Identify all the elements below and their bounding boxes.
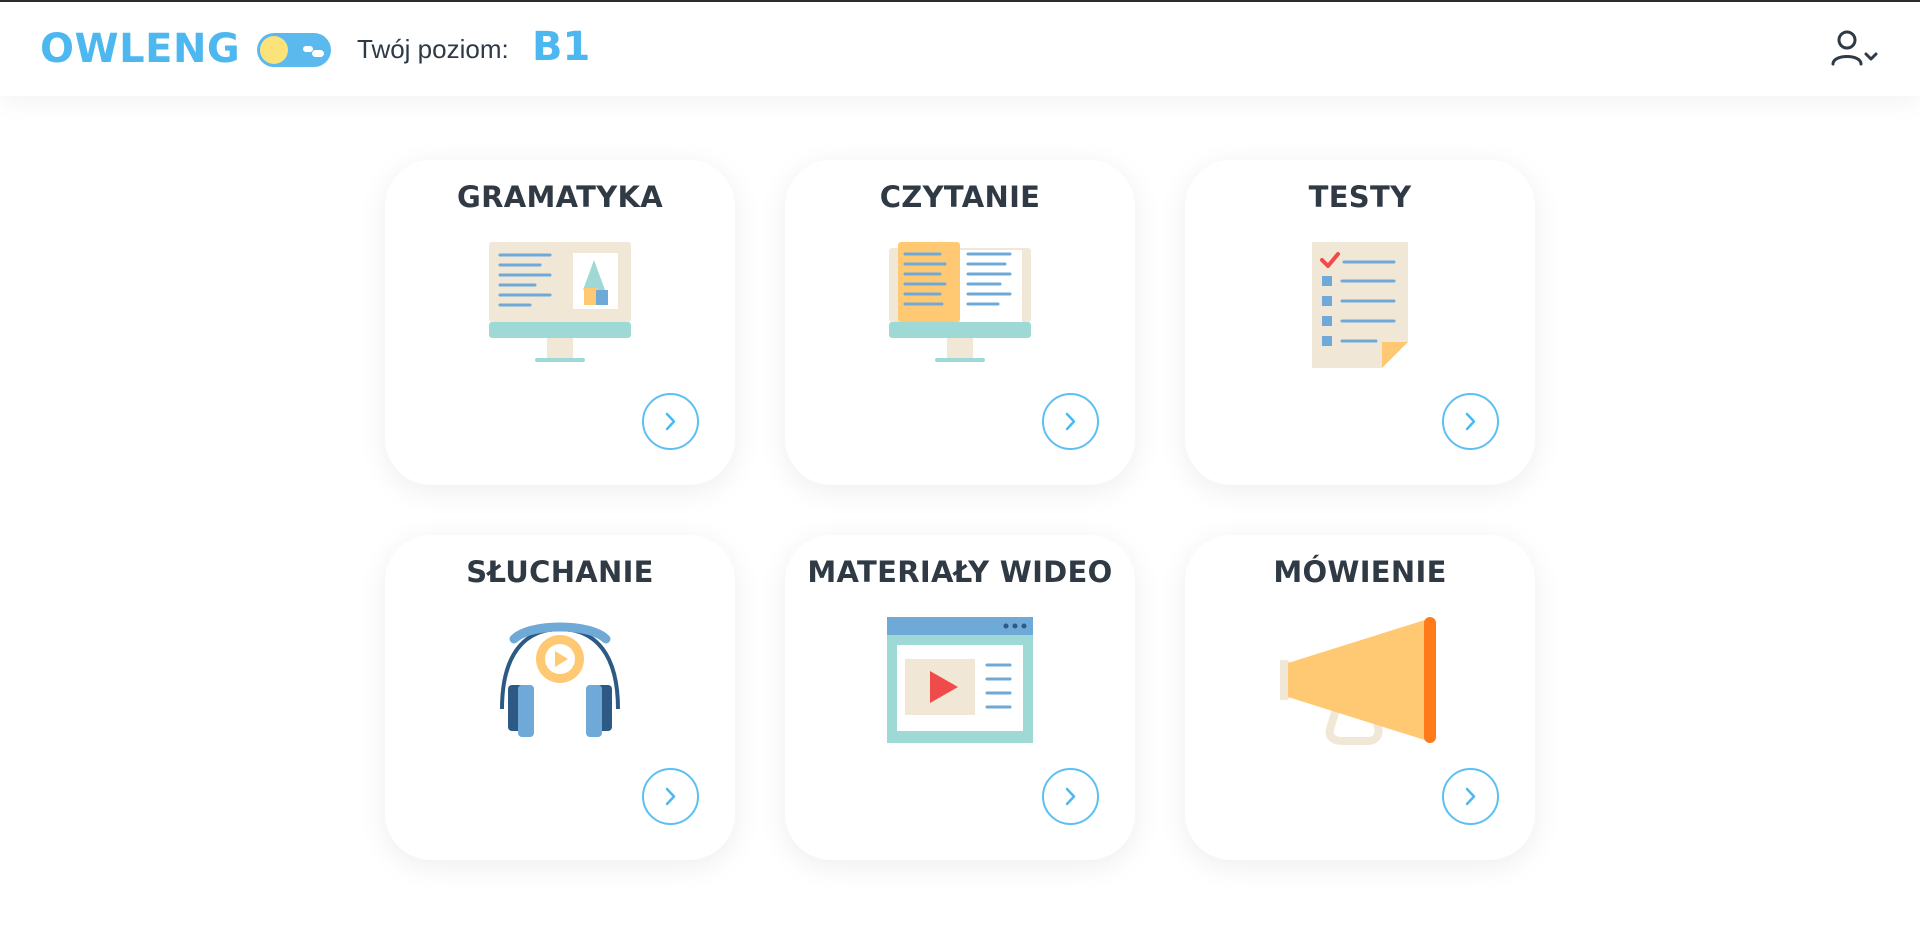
video-player-icon — [887, 617, 1033, 743]
user-chevron-icon — [1831, 30, 1878, 66]
headphones-icon — [500, 622, 620, 737]
chevron-right-icon — [665, 412, 676, 431]
chevron-right-icon — [1465, 787, 1476, 806]
card-title: GRAMATYKA — [456, 180, 664, 214]
sun-icon — [260, 36, 288, 64]
chevron-right-icon — [1465, 412, 1476, 431]
card-materialy-wideo[interactable]: MATERIAŁY WIDEO — [785, 535, 1135, 860]
monitor-book-icon — [889, 242, 1031, 362]
top-bar: OWLENG Twój poziom: B1 — [0, 2, 1920, 96]
card-gramatyka[interactable]: GRAMATYKA — [385, 160, 735, 485]
card-sluchanie[interactable]: SŁUCHANIE — [385, 535, 735, 860]
card-czytanie[interactable]: CZYTANIE — [785, 160, 1135, 485]
megaphone-icon — [1280, 617, 1436, 745]
monitor-grammar-icon — [489, 242, 631, 362]
card-title: SŁUCHANIE — [466, 555, 654, 589]
card-mowienie[interactable]: MÓWIENIE — [1185, 535, 1535, 860]
theme-toggle[interactable] — [257, 33, 331, 67]
card-testy[interactable]: TESTY — [1185, 160, 1535, 485]
chevron-right-icon — [665, 787, 676, 806]
checklist-icon — [1312, 242, 1408, 368]
chevron-right-icon — [1065, 787, 1076, 806]
open-button[interactable] — [1042, 393, 1099, 450]
level-label: Twój poziom: — [357, 34, 509, 64]
level-value: B1 — [532, 24, 591, 70]
open-button[interactable] — [642, 393, 699, 450]
cloud-icon-small — [312, 50, 324, 57]
open-button[interactable] — [1442, 768, 1499, 825]
card-title: MATERIAŁY WIDEO — [807, 555, 1113, 589]
open-button[interactable] — [642, 768, 699, 825]
card-title: TESTY — [1308, 180, 1412, 214]
chevron-right-icon — [1065, 412, 1076, 431]
card-title: MÓWIENIE — [1273, 555, 1447, 589]
open-button[interactable] — [1442, 393, 1499, 450]
card-title: CZYTANIE — [879, 180, 1041, 214]
logo[interactable]: OWLENG — [40, 26, 240, 72]
open-button[interactable] — [1042, 768, 1099, 825]
user-menu-button[interactable] — [1830, 28, 1882, 70]
